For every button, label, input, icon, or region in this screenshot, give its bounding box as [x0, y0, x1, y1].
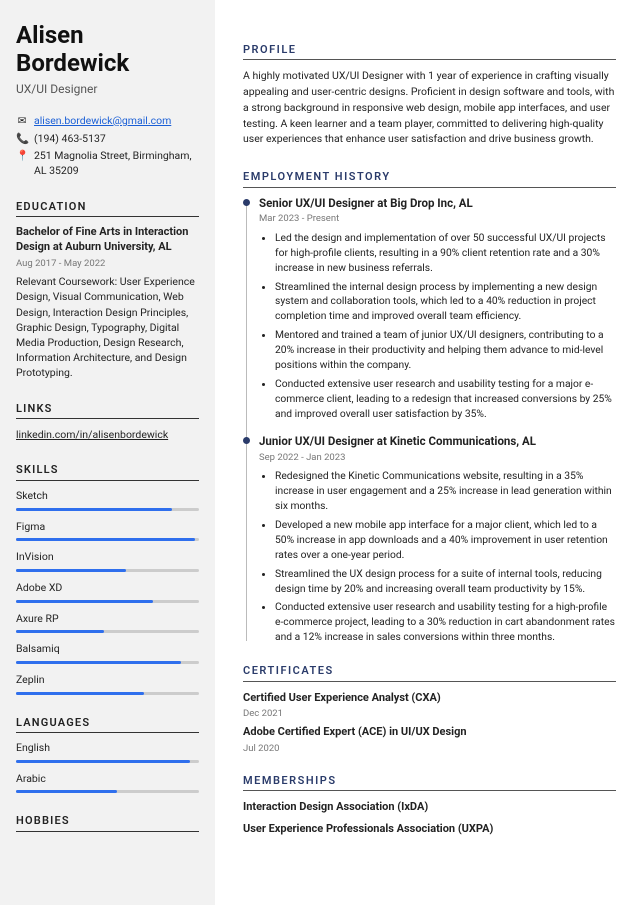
skill-name: Zeplin	[16, 673, 199, 688]
employment-heading: EMPLOYMENT HISTORY	[243, 169, 616, 184]
job-position: Senior UX/UI Designer at Big Drop Inc, A…	[259, 196, 616, 211]
job-title: UX/UI Designer	[16, 81, 199, 98]
divider	[243, 681, 616, 682]
certificate-item: Certified User Experience Analyst (CXA) D…	[243, 690, 616, 721]
languages-heading: LANGUAGES	[16, 715, 199, 730]
job-entry: Junior UX/UI Designer at Kinetic Communi…	[259, 434, 616, 645]
skill-bar	[16, 630, 199, 633]
first-name: Alisen	[16, 21, 84, 49]
divider	[243, 187, 616, 188]
skill-name: English	[16, 741, 199, 756]
skill-name: Arabic	[16, 772, 199, 787]
contact-email-row: ✉ alisen.bordewick@gmail.com	[16, 114, 199, 129]
divider	[243, 790, 616, 791]
certificates-list: Certified User Experience Analyst (CXA) D…	[243, 690, 616, 755]
links-heading: LINKS	[16, 401, 199, 416]
skill-item: Sketch	[16, 489, 199, 511]
job-bullet: Streamlined the internal design process …	[275, 280, 616, 325]
skills-heading: SKILLS	[16, 462, 199, 477]
skill-item: English	[16, 741, 199, 763]
skill-name: InVision	[16, 550, 199, 565]
job-date: Sep 2022 - Jan 2023	[259, 451, 616, 464]
certificate-name: Adobe Certified Expert (ACE) in UI/UX De…	[243, 724, 616, 739]
address-text: 251 Magnolia Street, Birmingham, AL 3520…	[34, 149, 199, 178]
skills-list: Sketch Figma InVision Adobe XD Axure RP Balsa…	[16, 489, 199, 695]
divider	[16, 480, 199, 481]
profile-text: A highly motivated UX/UI Designer with 1…	[243, 68, 616, 147]
job-bullet: Mentored and trained a team of junior UX…	[275, 328, 616, 373]
skill-bar	[16, 600, 199, 603]
divider	[16, 418, 199, 419]
memberships-list: Interaction Design Association (IxDA) Use…	[243, 799, 616, 836]
memberships-heading: MEMBERSHIPS	[243, 773, 616, 788]
certificates-heading: CERTIFICATES	[243, 663, 616, 678]
skill-item: Zeplin	[16, 673, 199, 695]
divider	[243, 59, 616, 60]
location-icon: 📍	[16, 149, 28, 164]
membership-item: User Experience Professionals Associatio…	[243, 821, 616, 836]
job-position: Junior UX/UI Designer at Kinetic Communi…	[259, 434, 616, 449]
skill-item: Balsamiq	[16, 642, 199, 664]
job-bullet: Streamlined the UX design process for a …	[275, 567, 616, 597]
certificate-name: Certified User Experience Analyst (CXA)	[243, 690, 616, 705]
certificate-date: Dec 2021	[243, 707, 616, 720]
skill-item: Arabic	[16, 772, 199, 794]
certificate-date: Jul 2020	[243, 742, 616, 755]
skill-name: Balsamiq	[16, 642, 199, 657]
email-icon: ✉	[16, 114, 28, 129]
sidebar: Alisen Bordewick UX/UI Designer ✉ alisen…	[0, 0, 215, 905]
skill-bar	[16, 760, 199, 763]
job-bullet: Conducted extensive user research and us…	[275, 377, 616, 422]
certificate-item: Adobe Certified Expert (ACE) in UI/UX De…	[243, 724, 616, 755]
skill-bar	[16, 569, 199, 572]
person-name: Alisen Bordewick	[16, 22, 199, 77]
contact-phone-row: 📞 (194) 463-5137	[16, 132, 199, 147]
job-bullet: Led the design and implementation of ove…	[275, 231, 616, 276]
resume-page: Alisen Bordewick UX/UI Designer ✉ alisen…	[0, 0, 640, 905]
skill-bar	[16, 538, 199, 541]
main-content: PROFILE A highly motivated UX/UI Designe…	[215, 0, 640, 905]
profile-heading: PROFILE	[243, 42, 616, 57]
email-link[interactable]: alisen.bordewick@gmail.com	[34, 114, 171, 129]
skill-bar	[16, 661, 199, 664]
job-bullet: Developed a new mobile app interface for…	[275, 518, 616, 563]
education-degree: Bachelor of Fine Arts in Interaction Des…	[16, 225, 199, 255]
job-bullet: Redesigned the Kinetic Communications we…	[275, 469, 616, 514]
skill-item: Figma	[16, 520, 199, 542]
job-entry: Senior UX/UI Designer at Big Drop Inc, A…	[259, 196, 616, 422]
skill-item: Adobe XD	[16, 581, 199, 603]
contact-address-row: 📍 251 Magnolia Street, Birmingham, AL 35…	[16, 149, 199, 178]
job-date: Mar 2023 - Present	[259, 212, 616, 225]
skill-name: Adobe XD	[16, 581, 199, 596]
skill-bar	[16, 508, 199, 511]
skill-item: Axure RP	[16, 612, 199, 634]
skill-name: Axure RP	[16, 612, 199, 627]
hobbies-heading: HOBBIES	[16, 813, 199, 828]
employment-timeline: Senior UX/UI Designer at Big Drop Inc, A…	[243, 196, 616, 646]
skill-name: Sketch	[16, 489, 199, 504]
divider	[16, 216, 199, 217]
education-date: Aug 2017 - May 2022	[16, 257, 199, 270]
linkedin-link[interactable]: linkedin.com/in/alisenbordewick	[16, 428, 168, 441]
divider	[16, 831, 199, 832]
education-details: Relevant Coursework: User Experience Des…	[16, 274, 199, 381]
skill-bar	[16, 692, 199, 695]
education-heading: EDUCATION	[16, 199, 199, 214]
divider	[16, 732, 199, 733]
membership-item: Interaction Design Association (IxDA)	[243, 799, 616, 814]
phone-icon: 📞	[16, 132, 28, 147]
job-bullet: Conducted extensive user research and us…	[275, 600, 616, 645]
skill-bar	[16, 790, 199, 793]
last-name: Bordewick	[16, 49, 129, 77]
phone-text: (194) 463-5137	[34, 132, 106, 147]
skill-name: Figma	[16, 520, 199, 535]
languages-list: English Arabic	[16, 741, 199, 793]
skill-item: InVision	[16, 550, 199, 572]
